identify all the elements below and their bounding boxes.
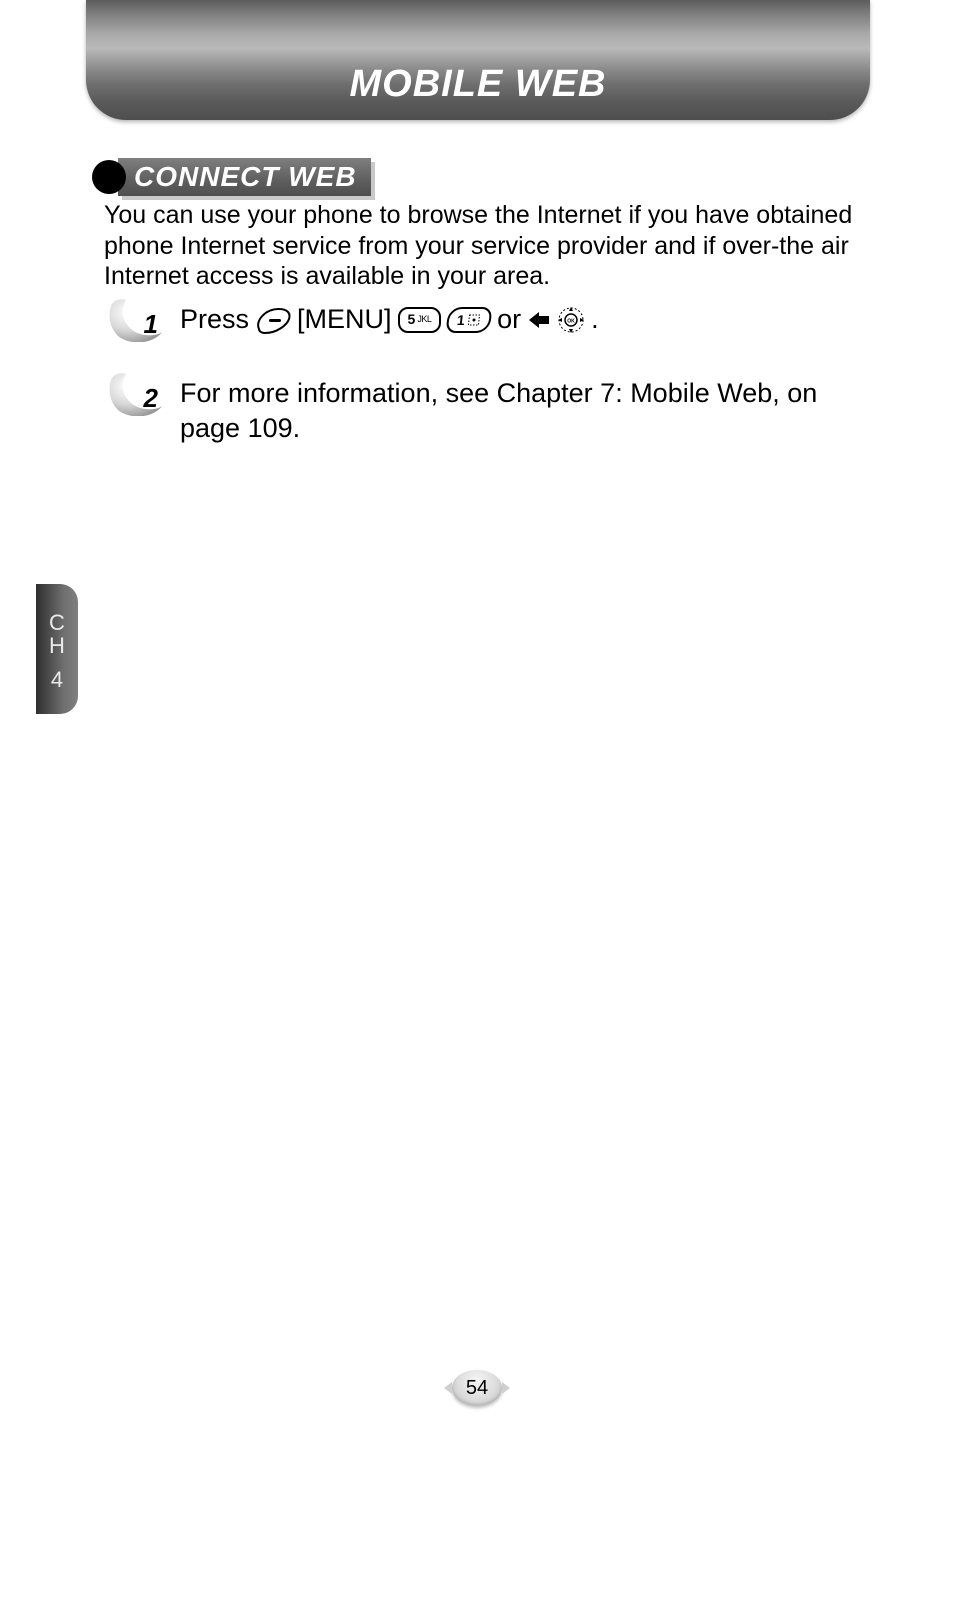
or-label: or — [497, 302, 521, 337]
step-number: 1 — [144, 309, 158, 340]
ok-dpad-icon: OK — [557, 306, 585, 334]
menu-label: [MENU] — [297, 302, 392, 337]
left-arrow-icon — [527, 310, 551, 330]
chapter-tab: C H 4 — [36, 584, 78, 714]
page-number-badge: 54 — [447, 1366, 507, 1410]
step-item: 2 For more information, see Chapter 7: M… — [106, 370, 866, 446]
step-body: For more information, see Chapter 7: Mob… — [180, 370, 866, 446]
page-number: 54 — [466, 1377, 488, 1400]
steps-list: 1 Press [MENU] 5JKL — [106, 296, 866, 474]
chapter-tab-number: 4 — [51, 668, 63, 691]
svg-text:OK: OK — [567, 318, 575, 324]
chapter-tab-c: C — [49, 611, 65, 634]
press-label: Press — [180, 302, 249, 337]
step-number-badge: 2 — [106, 370, 164, 416]
key-5-icon: 5JKL — [398, 307, 442, 333]
period: . — [591, 302, 599, 337]
step-body: Press [MENU] 5JKL 1 — [180, 296, 599, 337]
bullet-icon — [92, 160, 126, 194]
softkey-icon — [255, 305, 291, 335]
step-text: For more information, see Chapter 7: Mob… — [180, 378, 817, 443]
step-number-badge: 1 — [106, 296, 164, 342]
page-header: MOBILE WEB — [86, 0, 870, 120]
section-heading: CONNECT WEB — [92, 158, 371, 196]
section-heading-label: CONNECT WEB — [118, 158, 371, 196]
intro-paragraph: You can use your phone to browse the Int… — [104, 200, 874, 292]
step-item: 1 Press [MENU] 5JKL — [106, 296, 866, 342]
key-1-icon: 1 — [446, 307, 493, 333]
step-number: 2 — [144, 383, 158, 414]
page-title: MOBILE WEB — [350, 63, 607, 106]
chapter-tab-h: H — [49, 634, 65, 657]
